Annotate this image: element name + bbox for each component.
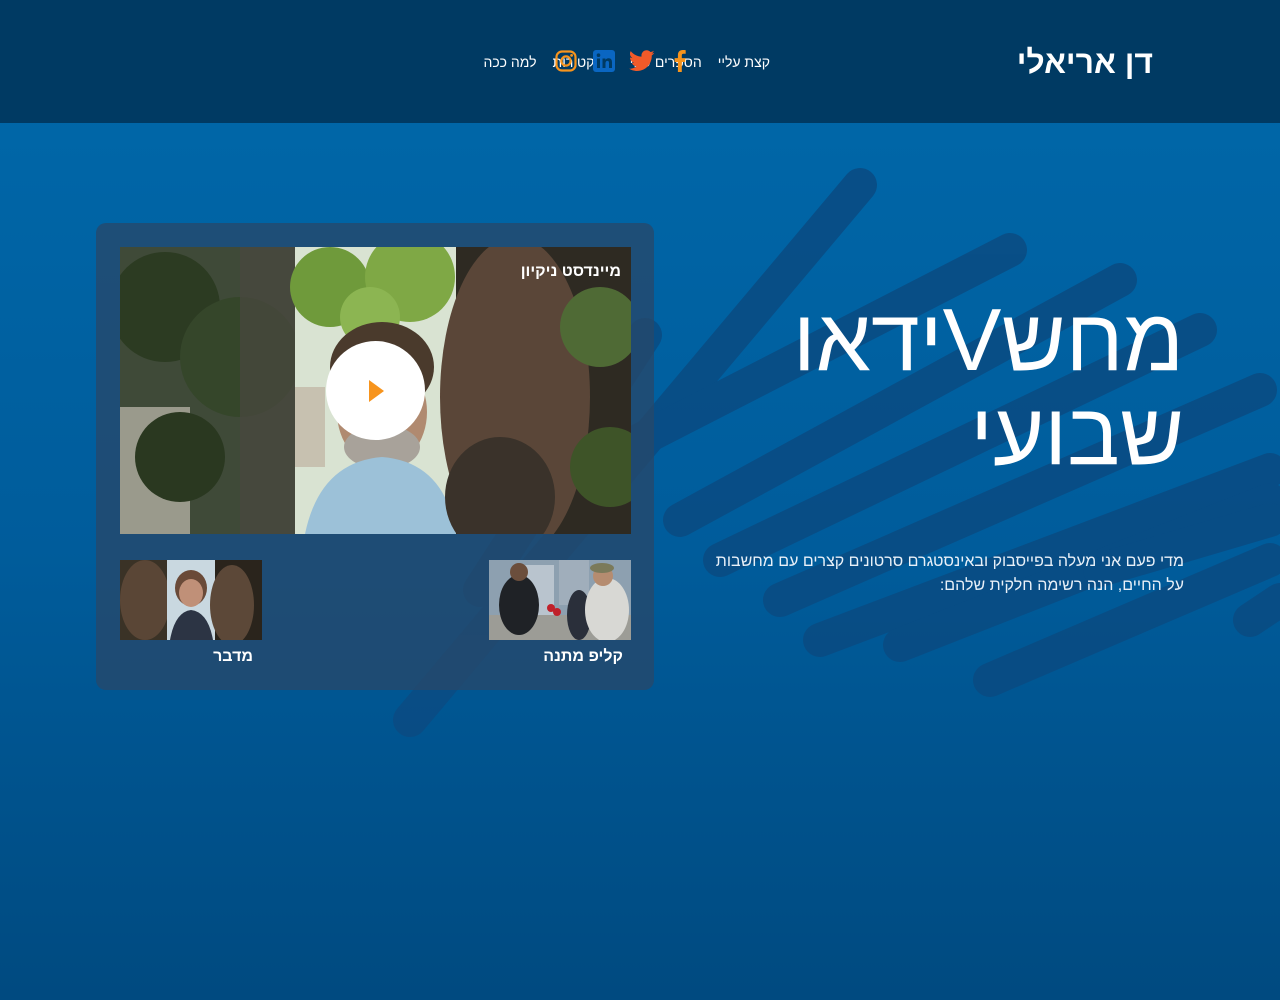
social-links	[553, 48, 693, 74]
play-icon	[368, 379, 384, 402]
site-header: דן אריאלי קצת עליי הספרים שלי קריקטורות …	[0, 0, 1280, 123]
speaking-thumbnail-image	[120, 560, 262, 640]
video-thumbnail-speaking[interactable]	[120, 560, 262, 640]
gift-clip-thumbnail-image	[489, 560, 631, 640]
video-thumbnail-gift-clip[interactable]	[489, 560, 631, 640]
twitter-icon[interactable]	[629, 48, 655, 74]
video-title-gift-clip[interactable]: קליפ מתנה	[543, 648, 623, 666]
featured-video-title: מיינדסט ניקיון	[520, 263, 621, 280]
site-logo[interactable]: דן אריאלי	[1017, 42, 1153, 82]
instagram-icon[interactable]	[553, 48, 579, 74]
linkedin-icon[interactable]	[591, 48, 617, 74]
play-button[interactable]	[326, 341, 425, 440]
page-title-line-1: מחשVידאו	[792, 290, 1184, 389]
nav-item-why-so[interactable]: למה ככה	[483, 52, 536, 72]
page-title: מחשVידאו שבועי	[744, 293, 1184, 481]
page-title-line-2: שבועי	[970, 384, 1184, 483]
nav-item-about[interactable]: קצת עליי	[718, 52, 770, 72]
video-gallery-card: מיינדסט ניקיון קליפ מתנה מדבר	[96, 223, 654, 690]
video-title-speaking[interactable]: מדבר	[213, 648, 253, 666]
page-description: מדי פעם אני מעלה בפייסבוק ובאינסטגרם סרט…	[715, 553, 1184, 594]
facebook-icon[interactable]	[667, 48, 693, 74]
featured-video[interactable]: מיינדסט ניקיון	[120, 247, 631, 534]
